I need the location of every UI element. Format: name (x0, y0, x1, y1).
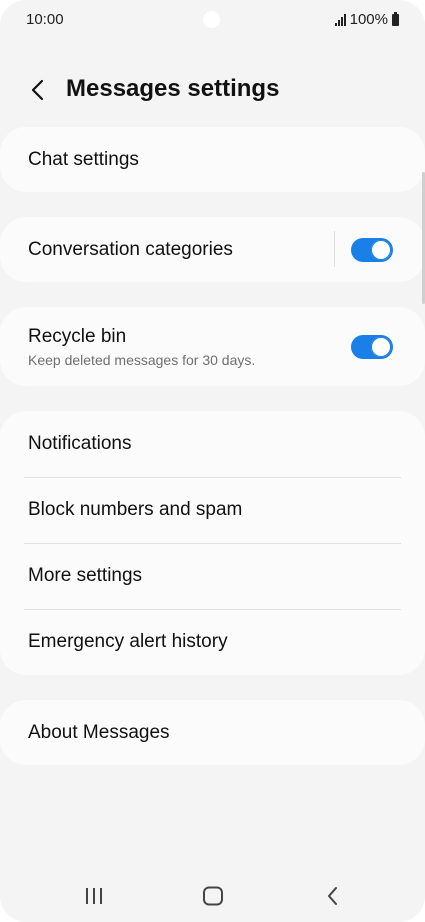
chat-settings-card: Chat settings (0, 127, 425, 192)
recycle-bin-label: Recycle bin (28, 326, 127, 347)
about-messages-item[interactable]: About Messages (0, 700, 425, 765)
home-button[interactable] (193, 880, 233, 912)
back-nav-button[interactable] (313, 880, 353, 912)
header: Messages settings (0, 68, 425, 112)
recycle-bin-description: Keep deleted messages for 30 days. (28, 352, 256, 368)
recycle-bin-item[interactable]: Recycle bin Keep deleted messages for 30… (0, 307, 425, 386)
about-card: About Messages (0, 700, 425, 765)
status-bar: 10:00 100% (0, 0, 425, 40)
notifications-item[interactable]: Notifications (0, 411, 425, 477)
conversation-categories-label: Conversation categories (28, 239, 233, 260)
status-indicators: 100% (334, 11, 399, 28)
recents-icon (86, 888, 102, 904)
battery-percent: 100% (349, 11, 388, 28)
recycle-bin-card: Recycle bin Keep deleted messages for 30… (0, 307, 425, 386)
more-settings-label: More settings (28, 565, 143, 586)
chevron-left-icon (31, 79, 44, 101)
recycle-bin-toggle[interactable] (351, 335, 393, 359)
conversation-categories-card: Conversation categories (0, 217, 425, 282)
messages-settings-screen: 10:00 100% Messages settings Chat settin… (0, 0, 425, 922)
emergency-alert-history-item[interactable]: Emergency alert history (0, 610, 425, 675)
emergency-alert-history-label: Emergency alert history (28, 631, 228, 652)
toggle-knob (371, 337, 391, 357)
block-numbers-label: Block numbers and spam (28, 499, 243, 520)
divider (334, 231, 335, 267)
conversation-categories-item[interactable]: Conversation categories (0, 217, 425, 282)
chat-settings-item[interactable]: Chat settings (0, 127, 425, 192)
settings-list-card: Notifications Block numbers and spam Mor… (0, 411, 425, 675)
toggle-knob (371, 240, 391, 260)
signal-icon (334, 13, 346, 26)
recents-button[interactable] (74, 880, 114, 912)
chat-settings-label: Chat settings (28, 149, 139, 170)
status-time: 10:00 (26, 11, 64, 28)
more-settings-item[interactable]: More settings (0, 544, 425, 610)
battery-icon (392, 11, 399, 26)
conversation-categories-toggle[interactable] (351, 238, 393, 262)
back-button[interactable] (22, 74, 54, 106)
front-camera (203, 11, 220, 28)
page-title: Messages settings (66, 75, 280, 102)
back-icon (328, 887, 337, 905)
navigation-bar (0, 862, 425, 922)
block-numbers-item[interactable]: Block numbers and spam (0, 478, 425, 544)
about-messages-label: About Messages (28, 722, 170, 743)
notifications-label: Notifications (28, 433, 132, 454)
home-icon (203, 886, 223, 906)
